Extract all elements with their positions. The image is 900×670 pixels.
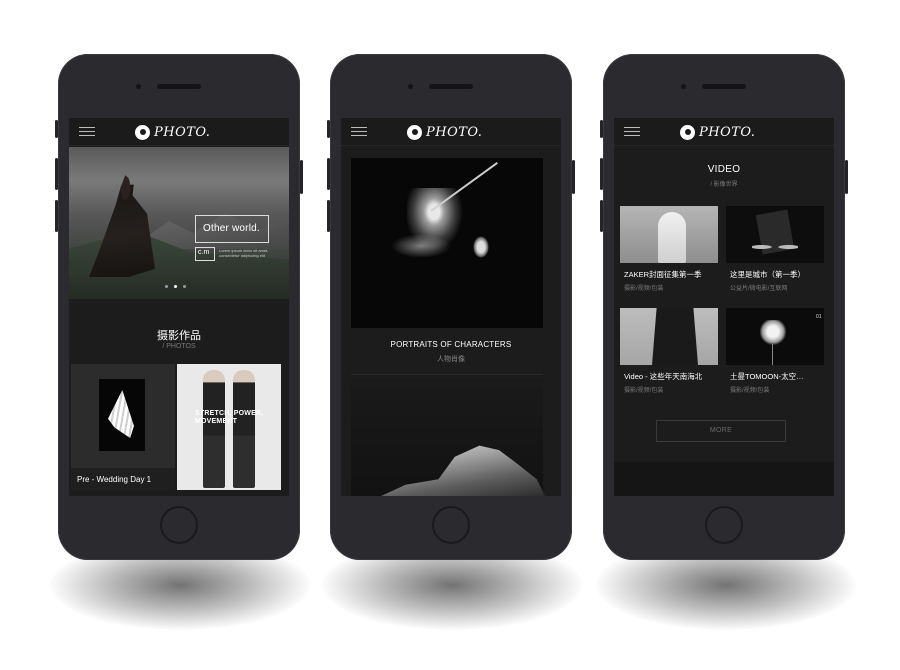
side-button xyxy=(572,160,575,194)
mockup-stage: PHOTO. Other world. c.m Lorem ipsum dolo… xyxy=(0,0,900,670)
thumb-hands xyxy=(752,240,798,254)
phone-mockup-home: PHOTO. Other world. c.m Lorem ipsum dolo… xyxy=(55,54,303,560)
video-card[interactable]: 这里是城市（第一季） 公益片/微电影/互联网 xyxy=(726,206,824,302)
site-logo[interactable]: PHOTO. xyxy=(680,123,755,141)
phone-mockup-video: PHOTO. VIDEO / 影像世界 ZAKER封面征集第一季 摄影/视频/包… xyxy=(600,54,848,560)
top-nav-bar: PHOTO. xyxy=(341,118,561,146)
rock-formation xyxy=(381,445,545,496)
front-camera xyxy=(408,84,413,89)
earpiece-speaker xyxy=(702,84,746,89)
card-model-right xyxy=(233,370,255,488)
phone-mockup-portraits: PHOTO. PORTRAITS OF CHARACTERS 人物肖像 xyxy=(327,54,575,560)
logo-text: PHOTO. xyxy=(154,124,211,140)
video-title: 土曼TOMOON-太空… xyxy=(730,372,804,381)
portrait-image[interactable] xyxy=(351,158,543,328)
phone-screen: PHOTO. VIDEO / 影像世界 ZAKER封面征集第一季 摄影/视频/包… xyxy=(614,118,834,496)
video-tags: 摄影/视频/包装 xyxy=(624,388,664,394)
side-button xyxy=(600,120,603,138)
banner-fine-print: Lorem ipsum dolor sit amet, consectetur … xyxy=(219,248,269,258)
portrait-hand xyxy=(473,236,489,258)
carousel-dot[interactable] xyxy=(183,285,186,288)
video-thumbnail xyxy=(620,206,718,263)
top-nav-bar: PHOTO. xyxy=(614,118,834,146)
top-nav-bar: PHOTO. xyxy=(69,118,289,146)
thumb-stem xyxy=(772,344,773,365)
banner-badge: c.m xyxy=(198,249,210,256)
video-thumbnail xyxy=(620,308,718,365)
section-subtitle: / 影像世界 xyxy=(710,182,738,188)
footer-strip xyxy=(614,462,834,496)
video-title: 这里是城市（第一季） xyxy=(730,270,805,279)
menu-icon[interactable] xyxy=(79,127,95,137)
carousel-dot[interactable] xyxy=(165,285,168,288)
banner-model-figure xyxy=(89,175,155,277)
card-caption-bar: Pre - Wedding Day 1 xyxy=(71,468,175,490)
carousel-dots[interactable] xyxy=(165,285,192,288)
photo-card[interactable]: Pre - Wedding Day 1 xyxy=(71,364,175,490)
divider xyxy=(351,374,543,375)
front-camera xyxy=(681,84,686,89)
menu-icon[interactable] xyxy=(351,127,367,137)
video-title: Video - 这些年天南海北 xyxy=(624,372,703,381)
banner-headline: Other world. xyxy=(203,223,260,234)
landscape-image[interactable] xyxy=(351,378,545,496)
thumb-subject xyxy=(658,212,686,263)
logo-text: PHOTO. xyxy=(699,124,756,140)
video-tags: 摄影/视频/包装 xyxy=(624,286,664,292)
home-button[interactable] xyxy=(432,506,470,544)
video-card[interactable]: ZAKER封面征集第一季 摄影/视频/包装 xyxy=(620,206,718,302)
side-button xyxy=(327,158,330,190)
menu-icon[interactable] xyxy=(624,127,640,137)
logo-icon xyxy=(407,124,422,140)
video-card[interactable]: Video - 这些年天南海北 摄影/视频/包装 xyxy=(620,308,718,404)
card-model-left xyxy=(203,370,225,488)
earpiece-speaker xyxy=(429,84,473,89)
video-thumbnail: 01 xyxy=(726,308,824,365)
home-button[interactable] xyxy=(160,506,198,544)
side-button xyxy=(55,200,58,232)
video-title: ZAKER封面征集第一季 xyxy=(624,270,702,279)
video-tags: 公益片/微电影/互联网 xyxy=(730,286,788,292)
portrait-title[interactable]: PORTRAITS OF CHARACTERS xyxy=(341,340,561,349)
side-button xyxy=(55,120,58,138)
video-card[interactable]: 01 土曼TOMOON-太空… 摄影/视频/包装 xyxy=(726,308,824,404)
side-button xyxy=(600,158,603,190)
more-button[interactable]: MORE xyxy=(656,420,786,442)
side-button xyxy=(327,120,330,138)
side-button xyxy=(55,158,58,190)
photo-card[interactable]: STRETCH, POWER, MOVEMENT xyxy=(177,364,281,490)
card-caption: Pre - Wedding Day 1 xyxy=(77,475,152,484)
earpiece-speaker xyxy=(157,84,201,89)
section-title: VIDEO xyxy=(707,164,741,175)
video-thumbnail xyxy=(726,206,824,263)
side-button xyxy=(600,200,603,232)
logo-icon xyxy=(135,124,150,140)
carousel-dot-active[interactable] xyxy=(174,285,177,288)
video-tags: 摄影/视频/包装 xyxy=(730,388,770,394)
logo-icon xyxy=(680,124,695,140)
poster-text: STRETCH, POWER, MOVEMENT xyxy=(195,410,264,425)
thumb-number: 01 xyxy=(816,314,822,320)
site-logo[interactable]: PHOTO. xyxy=(135,123,210,141)
site-logo[interactable]: PHOTO. xyxy=(407,123,482,141)
side-button xyxy=(327,200,330,232)
logo-text: PHOTO. xyxy=(426,124,483,140)
front-camera xyxy=(136,84,141,89)
phone-screen: PHOTO. PORTRAITS OF CHARACTERS 人物肖像 xyxy=(341,118,561,496)
section-title: 摄影作品 xyxy=(157,330,201,342)
section-subtitle: / PHOTOS xyxy=(162,343,196,350)
phone-screen: PHOTO. Other world. c.m Lorem ipsum dolo… xyxy=(69,118,289,496)
thumb-subject xyxy=(760,320,786,346)
portrait-subtitle: 人物肖像 xyxy=(437,356,465,363)
side-button xyxy=(845,160,848,194)
portrait-mist xyxy=(391,234,451,258)
hero-banner[interactable]: Other world. c.m Lorem ipsum dolor sit a… xyxy=(69,147,289,299)
thumb-subject xyxy=(652,308,698,365)
home-button[interactable] xyxy=(705,506,743,544)
side-button xyxy=(300,160,303,194)
